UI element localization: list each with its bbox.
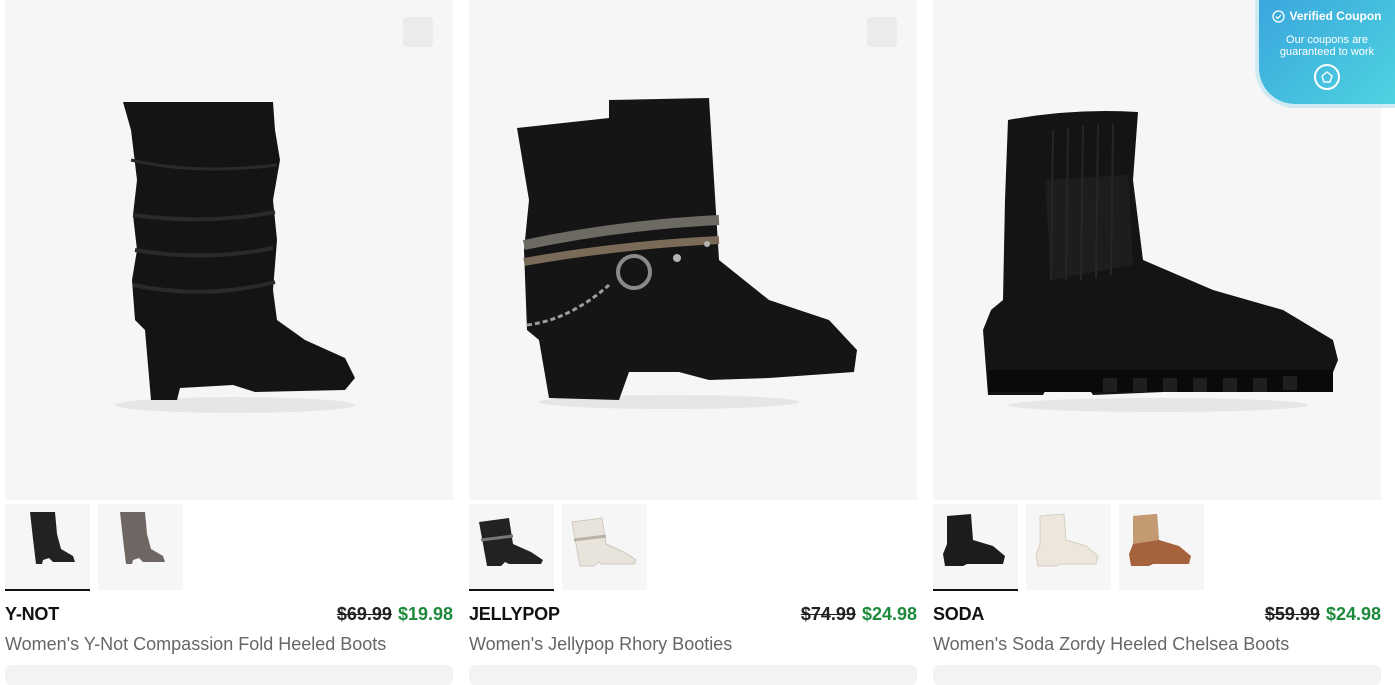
product-name[interactable]: Women's Jellypop Rhory Booties: [469, 634, 917, 655]
color-swatches: [933, 504, 1381, 591]
product-meta: SODA $59.99 $24.98: [933, 604, 1381, 625]
brand-label[interactable]: SODA: [933, 604, 984, 625]
product-meta: JELLYPOP $74.99 $24.98: [469, 604, 917, 625]
strap-bootie-image: [517, 98, 857, 409]
sale-price: $24.98: [861, 604, 917, 624]
add-to-cart-button[interactable]: [5, 665, 453, 685]
color-swatch-cream[interactable]: [1026, 504, 1111, 590]
verified-coupon-badge[interactable]: Verified Coupon Our coupons are guarante…: [1255, 0, 1395, 108]
color-swatches: [5, 504, 453, 591]
coupon-title: Verified Coupon: [1289, 9, 1382, 23]
product-image[interactable]: [5, 0, 453, 500]
add-to-cart-button[interactable]: [469, 665, 917, 685]
color-swatch-black[interactable]: [933, 504, 1018, 591]
color-swatch-brown[interactable]: [1119, 504, 1204, 590]
color-swatch-black[interactable]: [469, 504, 554, 591]
original-price: $74.99: [800, 604, 856, 624]
original-price: $69.99: [336, 604, 392, 624]
slouch-boot-image: [115, 102, 355, 413]
price-group: $59.99 $24.98: [1265, 604, 1381, 625]
product-card-ynot[interactable]: Y-NOT $69.99 $19.98 Women's Y-Not Compass…: [5, 0, 453, 685]
sale-price: $19.98: [397, 604, 453, 624]
sale-price: $24.98: [1325, 604, 1381, 624]
product-card-jellypop[interactable]: JELLYPOP $74.99 $24.98 Women's Jellypop R…: [469, 0, 917, 685]
favorite-icon[interactable]: [867, 17, 897, 47]
product-image[interactable]: [469, 0, 917, 500]
color-swatch-black[interactable]: [5, 504, 90, 591]
color-swatches: [469, 504, 917, 591]
coupon-subtitle: Our coupons are guaranteed to work: [1279, 34, 1375, 58]
price-group: $74.99 $24.98: [801, 604, 917, 625]
add-to-cart-button[interactable]: [933, 665, 1381, 685]
product-grid: Y-NOT $69.99 $19.98 Women's Y-Not Compass…: [5, 0, 1381, 685]
original-price: $59.99: [1264, 604, 1320, 624]
product-name[interactable]: Women's Y-Not Compassion Fold Heeled Boo…: [5, 634, 453, 655]
coupon-title-row: Verified Coupon: [1259, 9, 1395, 23]
price-group: $69.99 $19.98: [337, 604, 453, 625]
product-meta: Y-NOT $69.99 $19.98: [5, 604, 453, 625]
color-swatch-white[interactable]: [562, 504, 647, 590]
product-name[interactable]: Women's Soda Zordy Heeled Chelsea Boots: [933, 634, 1381, 655]
favorite-icon[interactable]: [403, 17, 433, 47]
brand-label[interactable]: Y-NOT: [5, 604, 59, 625]
color-swatch-grey[interactable]: [98, 504, 183, 590]
coupon-logo-icon: [1314, 64, 1340, 90]
brand-label[interactable]: JELLYPOP: [469, 604, 560, 625]
check-circle-icon: [1272, 9, 1286, 23]
